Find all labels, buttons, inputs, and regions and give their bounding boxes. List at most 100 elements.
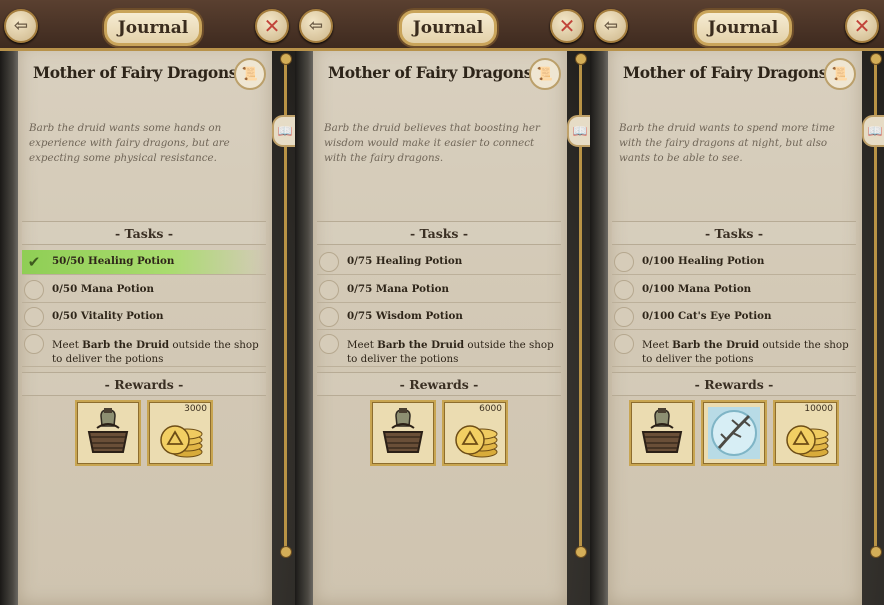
quest-book-tab[interactable]: 📖 [567, 115, 590, 147]
reward-slot[interactable] [629, 400, 695, 466]
task-text: 0/100 Healing Potion [642, 255, 765, 267]
task-empty-circle-icon [614, 334, 634, 354]
task-text: 0/50 Vitality Potion [52, 310, 164, 322]
reward-slot[interactable] [701, 400, 767, 466]
task-row: 0/75 Mana Potion [317, 278, 561, 303]
journal-panel-3: ⇦ Journal ✕ 📖 Mother of Fairy Dragons 📜 … [590, 0, 884, 605]
task-text: 0/75 Healing Potion [347, 255, 463, 267]
back-button[interactable]: ⇦ [4, 9, 38, 43]
journal-title: Journal [399, 10, 497, 46]
frost-branch-icon [708, 407, 760, 459]
close-icon: ✕ [853, 14, 871, 38]
scroll-rail-bottom-knob [575, 546, 587, 558]
task-text: 0/100 Mana Potion [642, 283, 752, 295]
tasks-heading: - Tasks - [612, 221, 856, 245]
meet-npc-name: Barb the Druid [672, 339, 760, 351]
task-empty-circle-icon [614, 280, 634, 300]
task-row-meet: Meet Barb the Druid outside the shop to … [317, 332, 561, 367]
scroll-icon: 📜 [241, 66, 259, 82]
reward-slot[interactable]: 10000 [773, 400, 839, 466]
journal-panel-2: ⇦ Journal ✕ 📖 Mother of Fairy Dragons 📜 … [295, 0, 590, 605]
close-icon: ✕ [263, 14, 281, 38]
close-button[interactable]: ✕ [255, 9, 289, 43]
quest-scroll-button[interactable]: 📜 [529, 58, 561, 90]
book-icon: 📖 [867, 124, 883, 138]
rewards-row: 10000 [612, 400, 856, 466]
journal-header: ⇦ Journal ✕ [295, 0, 590, 51]
back-button[interactable]: ⇦ [594, 9, 628, 43]
meet-pre: Meet [642, 339, 673, 351]
rewards-heading: - Rewards - [22, 372, 266, 396]
task-empty-circle-icon [319, 307, 339, 327]
meet-npc-name: Barb the Druid [377, 339, 465, 351]
scroll-rail-top-knob [280, 53, 292, 65]
close-icon: ✕ [558, 14, 576, 38]
journal-title: Journal [104, 10, 202, 46]
rewards-row: 6000 [317, 400, 561, 466]
quest-scroll-button[interactable]: 📜 [234, 58, 266, 90]
task-empty-circle-icon [614, 252, 634, 272]
task-row: 0/100 Healing Potion [612, 250, 856, 275]
task-text: Meet Barb the Druid outside the shop to … [642, 338, 854, 366]
reward-quantity: 10000 [804, 404, 833, 414]
quest-scroll-button[interactable]: 📜 [824, 58, 856, 90]
task-row: 0/50 Mana Potion [22, 278, 266, 303]
task-empty-circle-icon [614, 307, 634, 327]
task-text: Meet Barb the Druid outside the shop to … [52, 338, 264, 366]
quest-description: Barb the druid wants to spend more time … [619, 122, 835, 164]
meet-pre: Meet [347, 339, 378, 351]
task-empty-circle-icon [24, 280, 44, 300]
close-button[interactable]: ✕ [550, 9, 584, 43]
task-empty-circle-icon [24, 307, 44, 327]
reward-slot[interactable]: 3000 [147, 400, 213, 466]
quest-title: Mother of Fairy Dragons [327, 63, 533, 82]
task-empty-circle-icon [319, 280, 339, 300]
task-text: 0/50 Mana Potion [52, 283, 155, 295]
task-row: 0/75 Healing Potion [317, 250, 561, 275]
quest-title: Mother of Fairy Dragons [622, 63, 828, 82]
rewards-heading: - Rewards - [612, 372, 856, 396]
back-arrow-icon: ⇦ [308, 16, 324, 36]
task-empty-circle-icon [24, 334, 44, 354]
task-row-meet: Meet Barb the Druid outside the shop to … [612, 332, 856, 367]
book-icon: 📖 [572, 124, 588, 138]
journal-panel-1: ⇦ Journal ✕ 📖 Mother of Fairy Dragons 📜 … [0, 0, 295, 605]
tasks-heading: - Tasks - [317, 221, 561, 245]
journal-header: ⇦ Journal ✕ [0, 0, 295, 51]
task-text: 0/75 Mana Potion [347, 283, 450, 295]
scroll-rail-top-knob [870, 53, 882, 65]
reward-quantity: 3000 [184, 404, 207, 414]
quest-book-tab[interactable]: 📖 [862, 115, 884, 147]
scroll-rail-bottom-knob [280, 546, 292, 558]
quest-title: Mother of Fairy Dragons [32, 63, 238, 82]
scroll-icon: 📜 [536, 66, 554, 82]
scroll-rail-top-knob [575, 53, 587, 65]
potion-basket-icon [382, 408, 424, 453]
book-icon: 📖 [277, 124, 293, 138]
quest-description: Barb the druid wants some hands on exper… [29, 122, 230, 164]
journal-title: Journal [694, 10, 792, 46]
reward-slot[interactable]: 6000 [442, 400, 508, 466]
journal-header: ⇦ Journal ✕ [590, 0, 884, 51]
task-row: 0/100 Mana Potion [612, 278, 856, 303]
task-row: ✔ 50/50 Healing Potion [22, 250, 266, 275]
task-row: 0/50 Vitality Potion [22, 305, 266, 330]
quest-description: Barb the druid believes that boosting he… [324, 122, 540, 164]
quest-book-tab[interactable]: 📖 [272, 115, 295, 147]
back-button[interactable]: ⇦ [299, 9, 333, 43]
reward-slot[interactable] [370, 400, 436, 466]
task-empty-circle-icon [319, 334, 339, 354]
task-text: 0/75 Wisdom Potion [347, 310, 463, 322]
reward-quantity: 6000 [479, 404, 502, 414]
potion-basket-icon [641, 408, 683, 453]
rewards-row: 3000 [22, 400, 266, 466]
back-arrow-icon: ⇦ [603, 16, 619, 36]
task-empty-circle-icon [319, 252, 339, 272]
task-row-meet: Meet Barb the Druid outside the shop to … [22, 332, 266, 367]
task-text: Meet Barb the Druid outside the shop to … [347, 338, 559, 366]
task-complete-check-icon: ✔ [27, 253, 41, 271]
rewards-heading: - Rewards - [317, 372, 561, 396]
reward-slot[interactable] [75, 400, 141, 466]
close-button[interactable]: ✕ [845, 9, 879, 43]
task-text: 0/100 Cat's Eye Potion [642, 310, 772, 322]
